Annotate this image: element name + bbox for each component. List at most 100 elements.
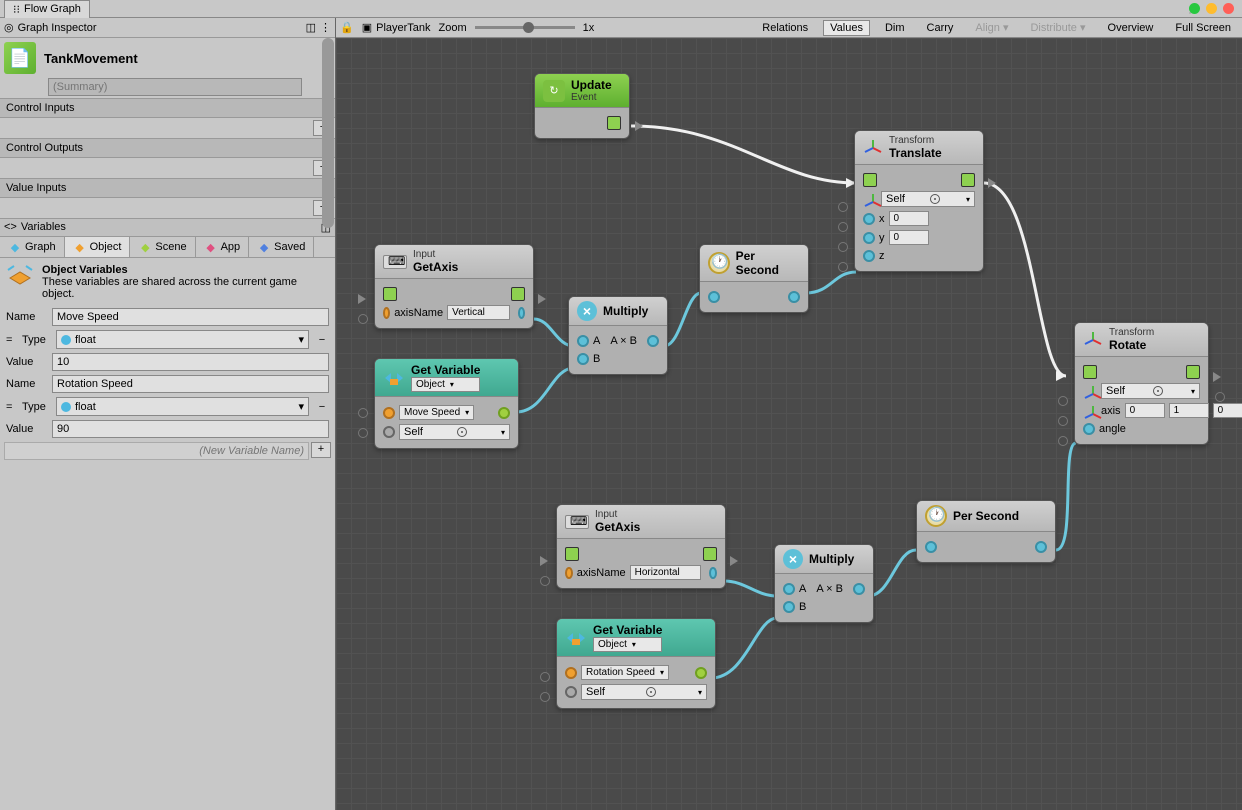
target-dropdown[interactable]: Self [399, 424, 510, 440]
ext-value-port[interactable] [1058, 416, 1068, 426]
ext-value-port[interactable] [358, 314, 368, 324]
node-header[interactable]: Input GetAxis [375, 245, 533, 279]
result-port[interactable] [853, 583, 865, 595]
target-dropdown[interactable]: Self [581, 684, 707, 700]
ext-value-port[interactable] [540, 692, 550, 702]
var-value-input[interactable] [52, 353, 329, 371]
ext-value-port[interactable] [1058, 436, 1068, 446]
tab-saved[interactable]: ◆Saved [249, 237, 314, 257]
graph-canvas[interactable]: ↻ Update Event Input GetAxis axisName Ge… [336, 38, 1242, 810]
output-port[interactable] [498, 407, 510, 419]
y-port[interactable] [863, 232, 875, 244]
inspector-menu-icon[interactable]: ⋮ [320, 21, 331, 34]
ext-value-port[interactable] [838, 222, 848, 232]
value-inputs-header[interactable]: Value Inputs [0, 178, 335, 198]
ext-value-port[interactable] [540, 672, 550, 682]
remove-var-button[interactable]: − [315, 334, 329, 346]
ext-value-port[interactable] [1058, 396, 1068, 406]
b-port[interactable] [577, 353, 589, 365]
flow-out-port[interactable] [511, 287, 525, 301]
node-getvar-rotationspeed[interactable]: Get Variable Object Rotation Speed Self [556, 618, 716, 709]
close-dot[interactable] [1223, 3, 1234, 14]
overview-button[interactable]: Overview [1101, 20, 1161, 36]
axis-z-input[interactable] [1213, 403, 1242, 418]
remove-var-button[interactable]: − [315, 401, 329, 413]
var-name-input[interactable] [52, 375, 329, 393]
ext-flow-port[interactable] [538, 294, 551, 304]
target-picker-icon[interactable] [646, 687, 656, 697]
output-port[interactable] [788, 291, 800, 303]
ext-value-port[interactable] [838, 202, 848, 212]
zoom-slider[interactable] [475, 26, 575, 29]
input-port[interactable] [708, 291, 720, 303]
flow-in-port[interactable] [565, 547, 579, 561]
target-picker-icon[interactable] [1153, 386, 1163, 396]
node-persecond-1[interactable]: Per Second [699, 244, 809, 313]
a-port[interactable] [783, 583, 795, 595]
drag-handle[interactable]: = [6, 401, 16, 413]
ext-value-port[interactable] [1215, 392, 1225, 402]
y-input[interactable] [889, 230, 929, 245]
z-port[interactable] [863, 250, 875, 262]
axis-x-input[interactable] [1125, 403, 1165, 418]
tab-scene[interactable]: ◆Scene [130, 237, 195, 257]
relations-button[interactable]: Relations [755, 20, 815, 36]
add-variable-button[interactable]: + [311, 442, 331, 458]
b-port[interactable] [783, 601, 795, 613]
node-header[interactable]: ↻ Update Event [535, 74, 629, 108]
target-picker-icon[interactable] [457, 427, 467, 437]
node-getaxis-vertical[interactable]: Input GetAxis axisName [374, 244, 534, 329]
node-header[interactable]: × Multiply [569, 297, 667, 326]
carry-button[interactable]: Carry [920, 20, 961, 36]
scope-dropdown[interactable]: Object [411, 377, 480, 392]
popout-icon[interactable]: ◫ [306, 21, 316, 34]
var-value-input[interactable] [52, 420, 329, 438]
control-outputs-header[interactable]: Control Outputs [0, 138, 335, 158]
minimize-dot[interactable] [1189, 3, 1200, 14]
fullscreen-button[interactable]: Full Screen [1168, 20, 1238, 36]
x-port[interactable] [863, 213, 875, 225]
flow-out-port[interactable] [607, 116, 621, 130]
output-port[interactable] [709, 567, 717, 579]
flow-graph-tab[interactable]: ⁝⁝ Flow Graph [4, 0, 90, 18]
var-type-dropdown[interactable]: float▾ [56, 330, 309, 349]
input-port[interactable] [565, 667, 577, 679]
maximize-dot[interactable] [1206, 3, 1217, 14]
dim-button[interactable]: Dim [878, 20, 912, 36]
flow-in-port[interactable] [863, 173, 877, 187]
input-port[interactable] [383, 407, 395, 419]
input-port[interactable] [383, 307, 390, 319]
tab-object[interactable]: ◆Object [65, 237, 131, 257]
input-port[interactable] [565, 567, 573, 579]
align-button[interactable]: Align ▾ [968, 19, 1015, 36]
node-rotate[interactable]: Transform Rotate Self axis angle [1074, 322, 1209, 445]
axis-name-input[interactable] [447, 305, 510, 320]
context-selector[interactable]: ▣ PlayerTank [362, 21, 431, 34]
target-port[interactable] [383, 426, 395, 438]
ext-flow-port[interactable] [540, 556, 553, 566]
node-translate[interactable]: Transform Translate Self x y z [854, 130, 984, 272]
x-input[interactable] [889, 211, 929, 226]
variable-dropdown[interactable]: Rotation Speed [581, 665, 669, 680]
result-port[interactable] [647, 335, 659, 347]
node-header[interactable]: Get Variable Object [557, 619, 715, 657]
flow-out-port[interactable] [703, 547, 717, 561]
var-name-input[interactable] [52, 308, 329, 326]
ext-flow-port[interactable] [730, 556, 743, 566]
target-picker-icon[interactable] [930, 194, 940, 204]
ext-value-port[interactable] [838, 262, 848, 272]
new-variable-input[interactable] [4, 442, 309, 460]
ext-value-port[interactable] [838, 242, 848, 252]
output-port[interactable] [1035, 541, 1047, 553]
axis-y-input[interactable] [1169, 403, 1209, 418]
scope-dropdown[interactable]: Object [593, 637, 662, 652]
node-persecond-2[interactable]: Per Second [916, 500, 1056, 563]
lock-icon[interactable]: 🔒 [340, 21, 354, 34]
node-multiply-1[interactable]: × Multiply AA × B B [568, 296, 668, 375]
target-port[interactable] [565, 686, 577, 698]
node-header[interactable]: × Multiply [775, 545, 873, 574]
ext-flow-port[interactable] [988, 178, 1001, 188]
target-dropdown[interactable]: Self [1101, 383, 1200, 399]
flow-out-port[interactable] [961, 173, 975, 187]
slider-handle[interactable] [523, 22, 534, 33]
